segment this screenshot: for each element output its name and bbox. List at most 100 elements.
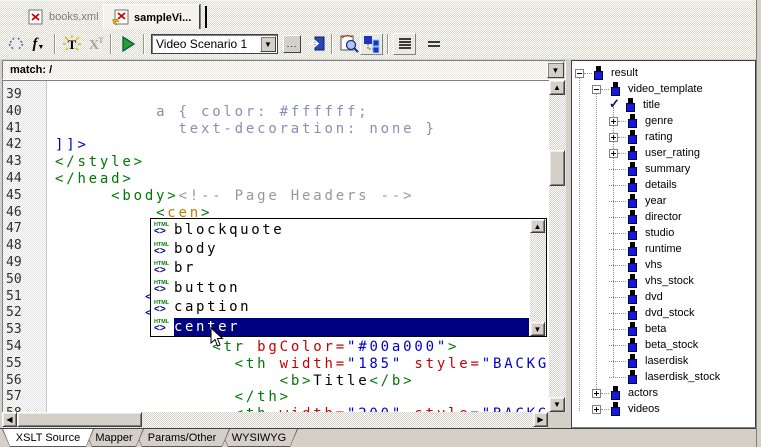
element-node-icon (624, 98, 637, 113)
view-tab-params-other[interactable]: Params/Other (134, 429, 230, 447)
line-number: 50 (6, 272, 22, 289)
scroll-right-button[interactable]: ▶ (533, 412, 548, 427)
code-line: </head> (55, 171, 134, 188)
line-number: 40 (6, 104, 22, 121)
element-node-icon (609, 402, 622, 417)
tree-node-title[interactable]: ✓title (572, 97, 755, 113)
expand-icon[interactable] (609, 149, 618, 158)
tab-sample-video[interactable]: sampleVi... (103, 4, 200, 30)
code-token: text-decoration: none } (179, 121, 437, 137)
tree-connector (609, 377, 626, 378)
tree-node-dvd_stock[interactable]: dvd_stock (572, 305, 755, 321)
tree-node-label: laserdisk (645, 355, 688, 367)
scroll-up-button[interactable]: ▲ (549, 80, 565, 95)
tree-node-genre[interactable]: genre (572, 113, 755, 129)
scroll-down-button[interactable]: ▼ (549, 397, 565, 412)
tree-node-result[interactable]: result (572, 65, 755, 81)
match-combo[interactable]: match: / (3, 61, 547, 79)
tree-node-videos[interactable]: videos (572, 401, 755, 417)
mapper-icon[interactable] (360, 33, 383, 55)
schema-tree-panel[interactable]: result video_template ✓titlegenreratinguse… (571, 60, 756, 428)
scroll-thumb[interactable] (549, 150, 565, 186)
main-toolbar: f ▼ T X T Video Scenario 1 ▼ . (0, 29, 761, 59)
scenario-more-button[interactable]: ... (283, 35, 301, 53)
tree-connector (609, 313, 626, 314)
tree-node-rating[interactable]: rating (572, 129, 755, 145)
autocomplete-item-button[interactable]: HTML<>button (152, 278, 529, 297)
expand-icon[interactable] (592, 389, 601, 398)
tree-node-label: video_template (628, 83, 703, 95)
code-line: </th> (55, 389, 291, 406)
autocomplete-item-body[interactable]: HTML<>body (152, 239, 529, 258)
scroll-up-button[interactable]: ▲ (530, 219, 545, 233)
tree-node-summary[interactable]: summary (572, 161, 755, 177)
tree-node-vhs[interactable]: vhs (572, 257, 755, 273)
tree-node-label: result (611, 67, 638, 79)
function-icon[interactable]: f ▼ (27, 33, 50, 55)
code-token: "BACKGROUND- (482, 356, 549, 372)
expand-icon[interactable] (609, 117, 618, 126)
match-bar: match: / ▼ (2, 60, 566, 80)
expand-icon[interactable] (609, 133, 618, 142)
element-node-icon (626, 322, 639, 337)
scroll-left-button[interactable]: ◀ (2, 412, 17, 427)
tree-node-label: vhs_stock (645, 275, 694, 287)
tree-node-beta[interactable]: beta (572, 321, 755, 337)
scroll-down-button[interactable]: ▼ (530, 322, 545, 336)
view-tab-wysiwyg[interactable]: WYSIWYG (220, 429, 298, 447)
tree-node-beta_stock[interactable]: beta_stock (572, 337, 755, 353)
view-tab-xslt-source[interactable]: XSLT Source (2, 429, 94, 447)
tree-node-studio[interactable]: studio (572, 225, 755, 241)
tree-node-details[interactable]: details (572, 177, 755, 193)
match-combo-arrow[interactable]: ▼ (547, 62, 564, 78)
view-tabbar: XSLT SourceMapperParams/OtherWYSIWYG (0, 428, 761, 447)
editor-horizontal-scrollbar[interactable]: ◀ ▶ (2, 412, 548, 428)
tree-connector (609, 281, 626, 282)
tree-node-runtime[interactable]: runtime (572, 241, 755, 257)
tree-node-actors[interactable]: actors (572, 385, 755, 401)
tree-node-vhs_stock[interactable]: vhs_stock (572, 273, 755, 289)
tab-books-xml[interactable]: books.xml (20, 4, 107, 30)
remove-markup-icon[interactable]: X T (83, 33, 106, 55)
autocomplete-item-label: button (174, 279, 244, 297)
element-node-icon (626, 130, 639, 145)
scenario-combo[interactable]: Video Scenario 1 ▼ (151, 34, 278, 54)
tree-node-video_template[interactable]: video_template (572, 81, 755, 97)
expand-icon[interactable] (592, 405, 601, 414)
tree-node-user_rating[interactable]: user_rating (572, 145, 755, 161)
tree-node-label: studio (645, 227, 674, 239)
element-node-icon (626, 194, 639, 209)
scroll-thumb[interactable] (17, 412, 142, 427)
preview-icon[interactable] (337, 33, 360, 55)
editor-vertical-scrollbar[interactable]: ▲ ▼ (549, 80, 566, 412)
autocomplete-item-caption[interactable]: HTML<>caption (152, 298, 529, 317)
tree-node-director[interactable]: director (572, 209, 755, 225)
code-token: </th> (235, 389, 291, 405)
tree-node-dvd[interactable]: dvd (572, 289, 755, 305)
whitespace-icon[interactable] (422, 33, 445, 55)
align-lines-icon[interactable] (393, 33, 416, 55)
collapse-icon[interactable] (592, 85, 601, 94)
code-token: "185" (347, 356, 403, 372)
tree-node-laserdisk[interactable]: laserdisk (572, 353, 755, 369)
tree-connector (601, 409, 609, 410)
autocomplete-item-center[interactable]: HTML<>center (152, 317, 529, 336)
tree-node-label: details (645, 179, 677, 191)
scenario-value: Video Scenario 1 (156, 37, 247, 51)
open-output-icon[interactable] (304, 33, 327, 55)
autocomplete-item-br[interactable]: HTML<>br (152, 259, 529, 278)
run-icon[interactable] (116, 33, 139, 55)
text-highlight-icon[interactable]: T (60, 33, 83, 55)
tree-connector (618, 137, 626, 138)
toolbar-separator (143, 34, 145, 54)
tree-node-year[interactable]: year (572, 193, 755, 209)
popup-scrollbar[interactable]: ▲ ▼ (530, 219, 546, 336)
tree-node-laserdisk_stock[interactable]: laserdisk_stock (572, 369, 755, 385)
scenario-combo-arrow[interactable]: ▼ (260, 36, 276, 52)
xml-markup-icon[interactable] (4, 33, 27, 55)
tree-connector (609, 297, 626, 298)
autocomplete-item-blockquote[interactable]: HTML<>blockquote (152, 220, 529, 239)
element-node-icon (626, 210, 639, 225)
collapse-icon[interactable] (575, 69, 584, 78)
element-node-icon (626, 290, 639, 305)
